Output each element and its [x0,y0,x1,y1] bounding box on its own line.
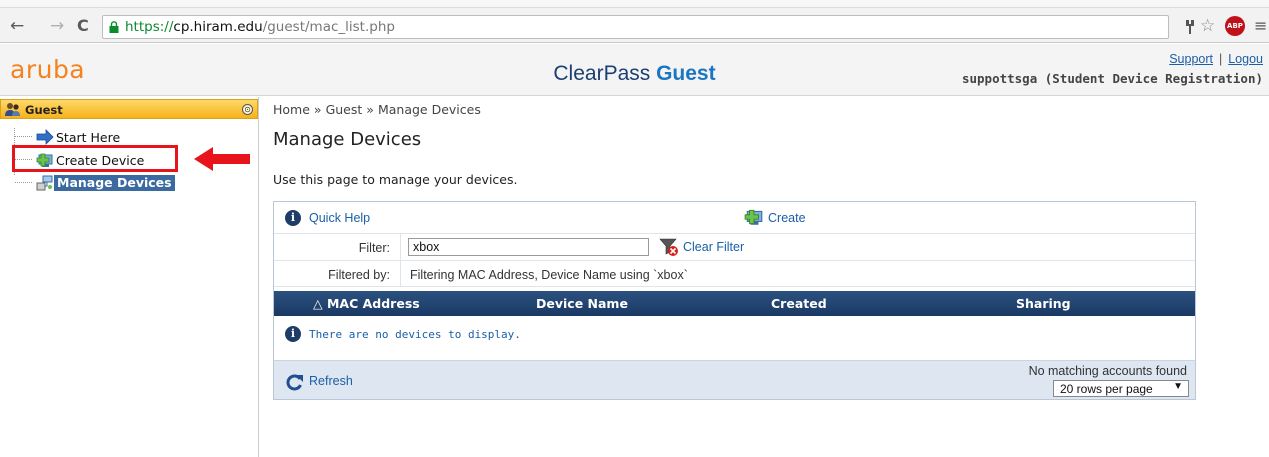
clear-filter-button[interactable]: Clear Filter [659,237,744,260]
refresh-label: Refresh [309,374,353,388]
forward-button[interactable]: → [50,17,64,35]
sidebar-section-guest[interactable]: Guest ⊙ [0,99,258,119]
sidebar-item-label: Manage Devices [54,175,175,191]
add-device-icon [744,209,763,225]
url-text: https://cp.hiram.edu/guest/mac_list.php [125,19,395,36]
column-device-name[interactable]: Device Name [536,296,628,311]
rows-per-page-select[interactable]: 20 rows per page ▼ [1053,380,1189,397]
breadcrumb-guest[interactable]: Guest [326,102,363,117]
sidebar-item-label: Start Here [56,130,121,145]
window-top-edge [0,0,1269,8]
menu-icon[interactable]: ≡ [1254,16,1267,38]
bookmark-star-icon[interactable]: ☆ [1200,16,1215,38]
url-host: cp.hiram.edu [173,19,263,35]
highlight-box [12,145,178,172]
empty-message-text: There are no devices to display. [309,328,521,341]
breadcrumb: Home» Guest» Manage Devices [273,102,481,117]
filtered-by-label: Filtered by: [328,268,390,282]
clear-filter-label: Clear Filter [683,240,745,254]
browser-toolbar: ← → C https://cp.hiram.edu/guest/mac_lis… [0,0,1269,43]
column-sharing[interactable]: Sharing [1016,296,1071,311]
sidebar-item-manage-devices[interactable]: Manage Devices [14,173,254,193]
collapse-icon[interactable]: ⊙ [242,104,253,115]
app-header: aruba ClearPass Guest Support | Logou supp… [0,44,1269,96]
app-title-guest: Guest [656,62,716,85]
extension-icon[interactable] [1183,16,1197,38]
filtered-by-value: Filtering MAC Address, Device Name using… [410,268,688,282]
sidebar-section-label: Guest [25,103,63,117]
filter-label: Filter: [358,241,390,255]
header-link-separator: | [1218,52,1223,66]
column-divider [400,234,401,260]
url-path: /guest/mac_list.php [262,19,395,35]
guest-users-icon [5,103,20,116]
main-content: Home» Guest» Manage Devices Manage Devices… [260,97,1269,457]
quick-help-label: Quick Help [309,211,371,225]
address-bar[interactable]: https://cp.hiram.edu/guest/mac_list.php [102,15,1169,39]
panel-footer: Refresh No matching accounts found 20 ro… [274,360,1195,399]
page-description: Use this page to manage your devices. [273,172,518,187]
filter-row: Filter: Clear Filter [274,234,1195,261]
lock-icon [109,21,119,33]
refresh-button[interactable]: Refresh [285,373,353,394]
info-icon: i [285,210,301,226]
reload-button[interactable]: C [77,17,89,35]
logged-in-user: suppottsga (Student Device Registration) [961,71,1263,86]
clear-filter-icon [659,238,678,256]
arrow-right-icon [36,129,54,145]
pointer-arrow-icon [194,147,250,171]
panel-toolbar: i Quick Help Create [274,202,1195,234]
create-label: Create [768,211,806,225]
no-match-status: No matching accounts found [1028,364,1187,378]
breadcrumb-separator: » [366,102,374,117]
create-button[interactable]: Create [744,208,806,229]
table-header: △ MAC Address Device Name Created Sharin… [274,291,1195,316]
url-scheme: https:// [125,19,174,35]
quick-help-button[interactable]: i Quick Help [285,210,370,226]
chevron-down-icon: ▼ [1173,381,1183,392]
sidebar-item-start-here[interactable]: Start Here [14,127,254,147]
column-created[interactable]: Created [771,296,827,311]
logout-link[interactable]: Logou [1228,52,1263,66]
rows-per-page-value: 20 rows per page [1060,382,1153,396]
app-title-main: ClearPass [553,62,657,85]
devices-panel: i Quick Help Create Filter: xbox Clear F… [273,201,1196,400]
breadcrumb-current: Manage Devices [377,102,481,117]
refresh-icon [286,374,303,391]
adblock-icon[interactable]: ABP [1225,16,1245,36]
header-links: Support | Logou [1169,52,1263,66]
back-button[interactable]: ← [10,17,24,35]
tree-branch [15,136,33,137]
empty-message: i There are no devices to display. [285,326,521,342]
sidebar: Guest ⊙ Start Here Create Device Manage … [0,97,259,457]
tree-branch [15,182,33,183]
network-devices-icon [36,175,53,191]
column-mac-address[interactable]: △ MAC Address [313,296,420,311]
breadcrumb-separator: » [313,102,322,117]
info-icon: i [285,326,301,342]
page-title: Manage Devices [273,129,422,150]
column-divider [400,261,401,286]
support-link[interactable]: Support [1169,52,1213,66]
filter-input[interactable] [408,238,649,256]
breadcrumb-home[interactable]: Home [273,102,310,117]
filtered-by-row: Filtered by: Filtering MAC Address, Devi… [274,261,1195,287]
